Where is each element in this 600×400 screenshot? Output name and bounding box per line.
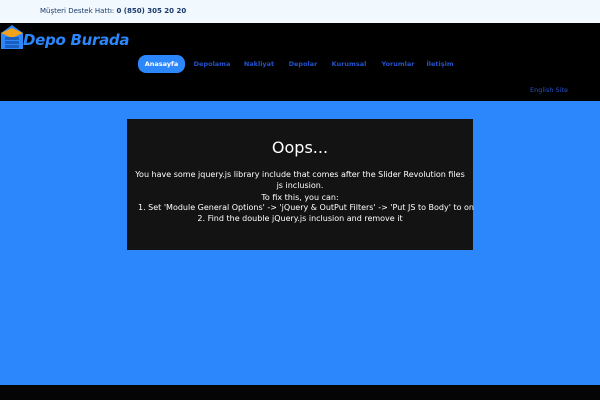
nav-item-depolar[interactable]: Depolar — [283, 55, 323, 73]
fix-step-2: 2. Find the double jQuery.js inclusion a… — [197, 214, 403, 223]
error-title: Oops... — [271, 138, 329, 157]
nav-item-kurumsal[interactable]: Kurumsal — [326, 55, 372, 73]
slider-error-box: Oops... You have some jquery.js library … — [127, 119, 474, 250]
footer-bar — [0, 385, 600, 400]
site-header: Depo Burada Anasayfa Depolama Nakliyat De… — [0, 23, 600, 101]
support-phone[interactable]: 0 (850) 305 20 20 — [116, 7, 186, 15]
logo-word-1: Depo — [23, 31, 66, 49]
fix-step-1: 1. Set 'Module General Options' -> 'jQue… — [137, 203, 474, 212]
error-message: You have some jquery.js library include … — [135, 170, 465, 190]
language-switch-link[interactable]: English Site — [530, 86, 568, 94]
logo-wordmark: Depo Burada — [23, 31, 129, 49]
support-label: Müşteri Destek Hattı: — [40, 7, 115, 15]
nav-item-anasayfa[interactable]: Anasayfa — [138, 55, 185, 73]
fix-title: To fix this, you can: — [261, 193, 339, 202]
support-line: Müşteri Destek Hattı: 0 (850) 305 20 20 — [40, 7, 186, 15]
nav-item-nakliyat[interactable]: Nakliyat — [238, 55, 280, 73]
nav-item-yorumlar[interactable]: Yorumlar — [376, 55, 420, 73]
site-logo[interactable]: Depo Burada — [0, 23, 140, 53]
top-bar: Müşteri Destek Hattı: 0 (850) 305 20 20 — [0, 0, 600, 23]
logo-word-2: Burada — [70, 31, 130, 49]
warehouse-logo-icon — [1, 25, 23, 49]
nav-item-depolama[interactable]: Depolama — [189, 55, 235, 73]
nav-item-iletisim[interactable]: İletişim — [423, 55, 457, 73]
